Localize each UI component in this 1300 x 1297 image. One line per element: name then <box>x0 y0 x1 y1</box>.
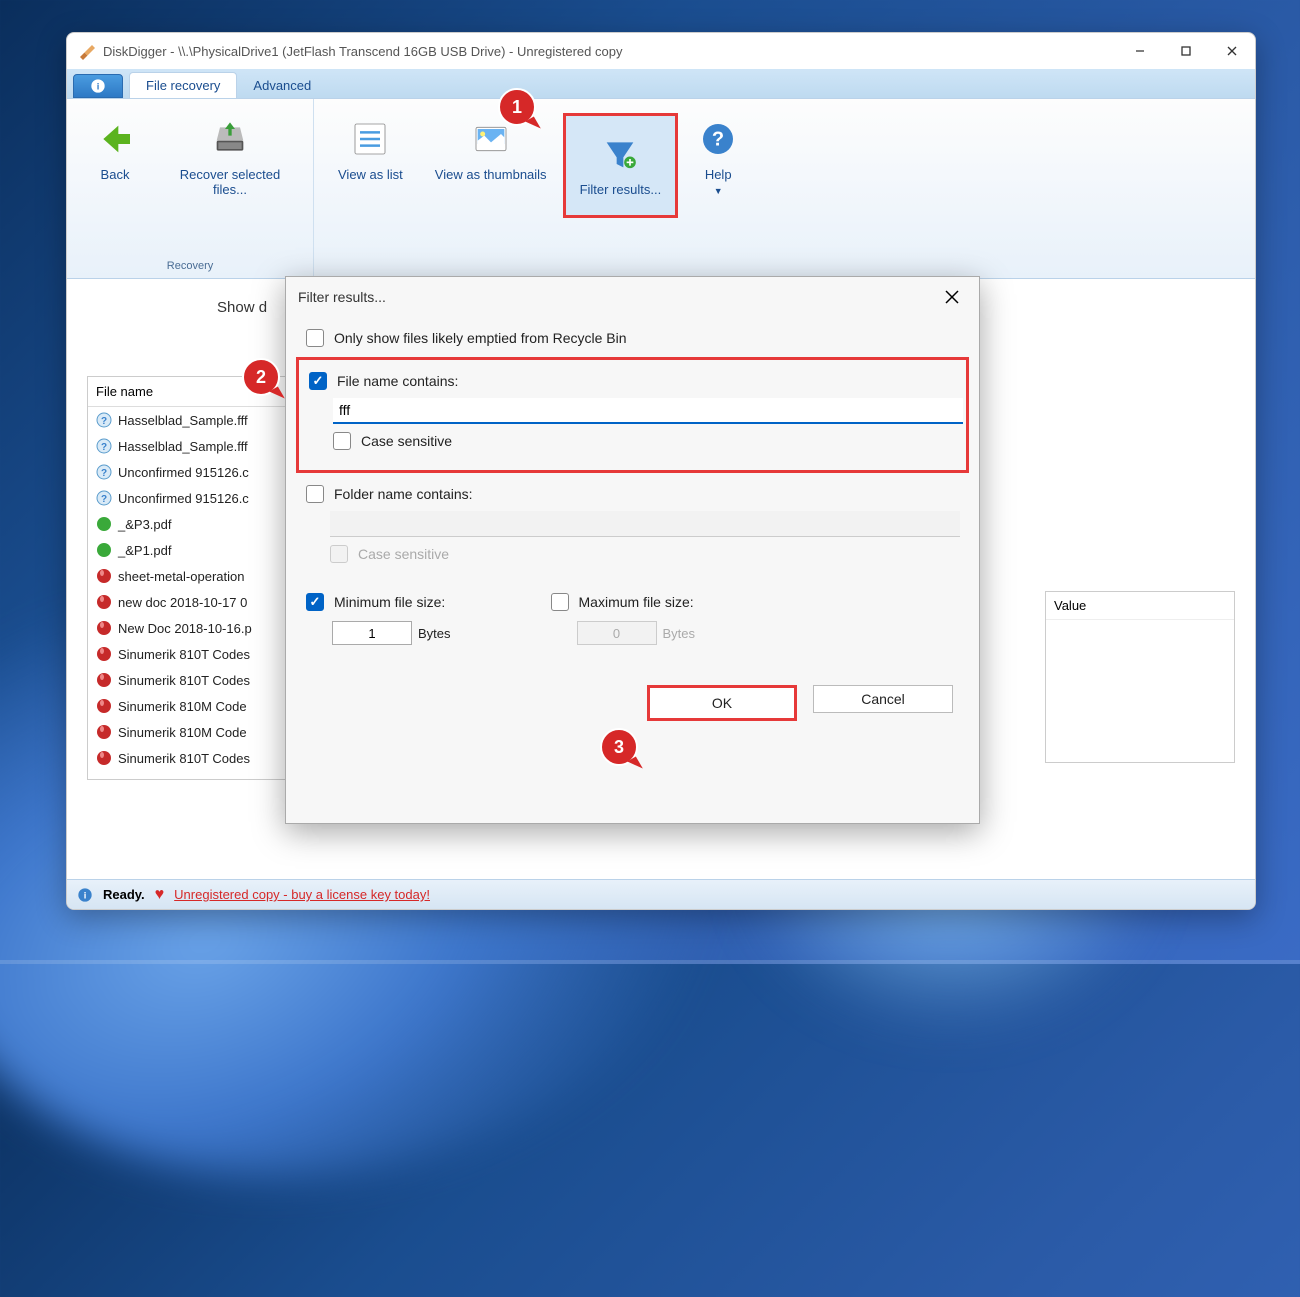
max-size-label: Maximum file size: <box>579 594 694 610</box>
close-button[interactable] <box>1209 33 1255 69</box>
view-as-thumbnails-button[interactable]: View as thumbnails <box>419 113 563 188</box>
back-arrow-icon <box>95 119 135 159</box>
thumbnail-icon <box>471 119 511 159</box>
svg-text:?: ? <box>101 468 107 479</box>
recycle-bin-label: Only show files likely emptied from Recy… <box>334 330 627 346</box>
file-name: Unconfirmed 915126.c <box>118 491 249 506</box>
min-size-input[interactable] <box>332 621 412 645</box>
app-icon <box>77 42 95 60</box>
svg-text:?: ? <box>101 416 107 427</box>
filename-contains-checkbox[interactable] <box>309 372 327 390</box>
svg-text:?: ? <box>712 129 724 151</box>
file-name: sheet-metal-operation <box>118 569 244 584</box>
file-name: New Doc 2018-10-16.p <box>118 621 252 636</box>
view-thumbs-label: View as thumbnails <box>435 167 547 182</box>
file-name: Unconfirmed 915126.c <box>118 465 249 480</box>
info-icon: i <box>77 887 93 903</box>
back-label: Back <box>101 167 130 182</box>
status-ready: Ready. <box>103 887 145 902</box>
properties-panel: Value <box>1045 591 1235 763</box>
view-as-list-button[interactable]: View as list <box>322 113 419 188</box>
file-name: Sinumerik 810M Code <box>118 699 247 714</box>
file-name: Sinumerik 810T Codes <box>118 647 250 662</box>
svg-text:?: ? <box>101 494 107 505</box>
recover-files-button[interactable]: Recover selected files... <box>155 113 305 203</box>
folder-case-sensitive-label: Case sensitive <box>358 546 449 562</box>
titlebar: DiskDigger - \\.\PhysicalDrive1 (JetFlas… <box>67 33 1255 69</box>
statusbar: i Ready. ♥ Unregistered copy - buy a lic… <box>67 879 1255 909</box>
dialog-title: Filter results... <box>298 289 386 305</box>
max-size-input <box>577 621 657 645</box>
taskbar <box>0 960 1300 964</box>
callout-3: 3 <box>600 728 638 766</box>
cancel-button[interactable]: Cancel <box>813 685 953 713</box>
value-column-header[interactable]: Value <box>1046 592 1234 620</box>
minimize-button[interactable] <box>1117 33 1163 69</box>
svg-text:i: i <box>84 890 87 900</box>
buy-license-link[interactable]: Unregistered copy - buy a license key to… <box>174 887 430 902</box>
window-title: DiskDigger - \\.\PhysicalDrive1 (JetFlas… <box>103 44 1117 59</box>
file-name: _&P3.pdf <box>118 517 172 532</box>
heart-icon: ♥ <box>155 886 165 904</box>
min-size-label: Minimum file size: <box>334 594 445 610</box>
filename-contains-input[interactable] <box>333 398 963 424</box>
filename-case-sensitive-label: Case sensitive <box>361 433 452 449</box>
tab-file-recovery[interactable]: File recovery <box>129 72 237 98</box>
recovery-group-label: Recovery <box>167 260 213 272</box>
max-size-checkbox[interactable] <box>551 593 569 611</box>
help-label: Help▼ <box>705 167 732 197</box>
recover-label: Recover selected files... <box>171 167 289 197</box>
toolbar: Back Recover selected files... Recovery … <box>67 99 1255 279</box>
svg-text:?: ? <box>101 442 107 453</box>
filter-label: Filter results... <box>580 182 662 197</box>
maximize-button[interactable] <box>1163 33 1209 69</box>
help-icon: ? <box>698 119 738 159</box>
callout-2: 2 <box>242 358 280 396</box>
file-name: Hasselblad_Sample.fff <box>118 413 248 428</box>
max-size-unit: Bytes <box>663 626 696 641</box>
ok-button[interactable]: OK <box>647 685 797 721</box>
callout-1: 1 <box>498 88 536 126</box>
min-size-checkbox[interactable] <box>306 593 324 611</box>
dialog-close-button[interactable] <box>937 282 967 312</box>
file-name: Sinumerik 810M Code <box>118 725 247 740</box>
ribbon-info-button[interactable]: i <box>73 74 123 98</box>
tab-advanced[interactable]: Advanced <box>237 72 327 98</box>
folder-contains-label: Folder name contains: <box>334 486 473 502</box>
filter-results-button[interactable]: Filter results... <box>563 113 679 218</box>
list-icon <box>350 119 390 159</box>
hard-drive-icon <box>210 119 250 159</box>
help-button[interactable]: ? Help▼ <box>678 113 758 203</box>
back-button[interactable]: Back <box>75 113 155 188</box>
funnel-icon <box>600 134 640 174</box>
file-name: Hasselblad_Sample.fff <box>118 439 248 454</box>
folder-case-sensitive-checkbox <box>330 545 348 563</box>
info-icon: i <box>90 78 106 94</box>
folder-contains-input <box>330 511 960 537</box>
file-name: Sinumerik 810T Codes <box>118 673 250 688</box>
recycle-bin-checkbox[interactable] <box>306 329 324 347</box>
file-name: new doc 2018-10-17 0 <box>118 595 247 610</box>
svg-text:i: i <box>97 81 100 91</box>
view-list-label: View as list <box>338 167 403 182</box>
ribbon-tabs: i File recovery Advanced <box>67 69 1255 99</box>
file-name: _&P1.pdf <box>118 543 172 558</box>
close-icon <box>945 290 959 304</box>
min-size-unit: Bytes <box>418 626 451 641</box>
filename-case-sensitive-checkbox[interactable] <box>333 432 351 450</box>
filename-filter-section: File name contains: Case sensitive <box>296 357 969 473</box>
file-name: Sinumerik 810T Codes <box>118 751 250 766</box>
folder-contains-checkbox[interactable] <box>306 485 324 503</box>
filename-contains-label: File name contains: <box>337 373 458 389</box>
